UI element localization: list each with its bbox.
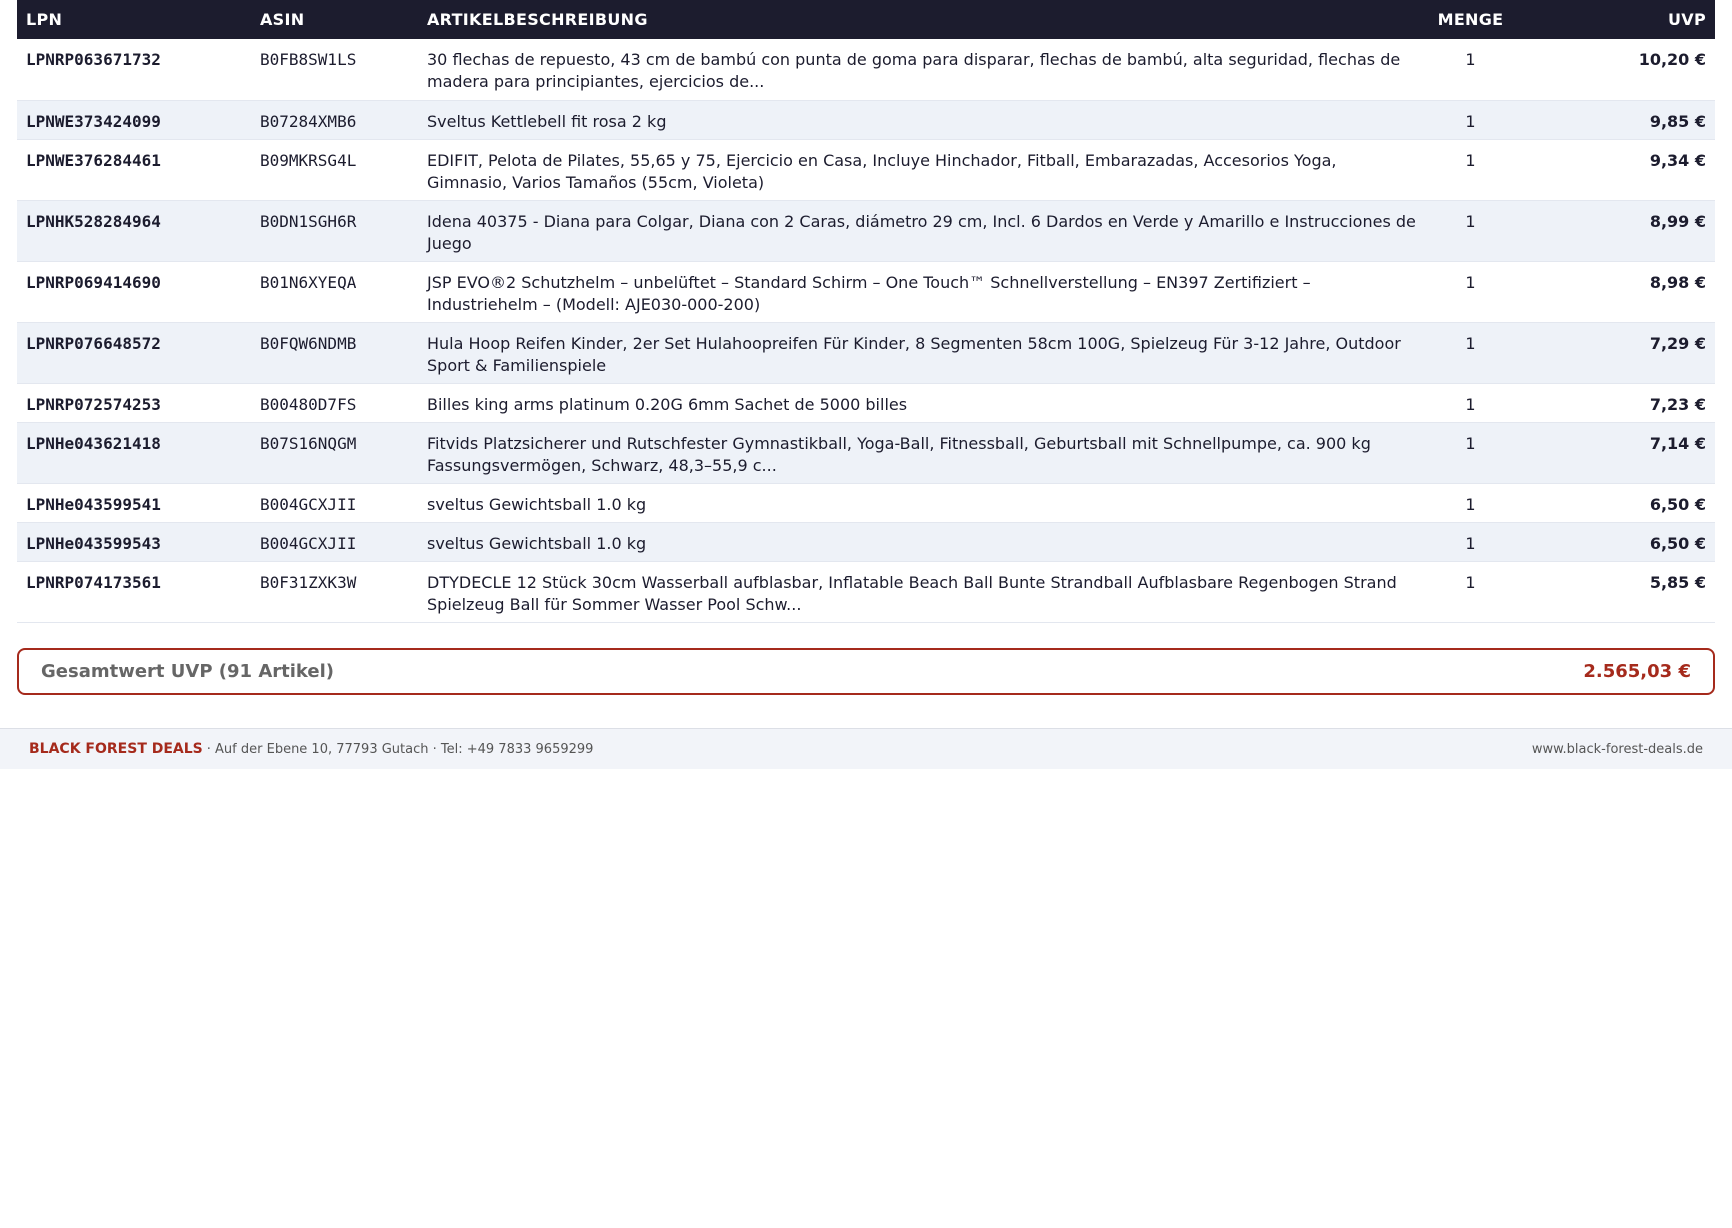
description-cell: sveltus Gewichtsball 1.0 kg	[427, 533, 647, 553]
lpn-cell: LPNWE373424099	[26, 111, 161, 131]
table-row: LPNWE373424099 B07284XMB6 Sveltus Kettle…	[17, 100, 1715, 139]
quantity-cell: 1	[1465, 50, 1476, 69]
lpn-cell: LPNHK528284964	[26, 211, 161, 231]
quantity-cell: 1	[1465, 150, 1476, 170]
table-row: LPNRP076648572 B0FQW6NDMB Hula Hoop Reif…	[17, 322, 1715, 383]
description-cell: 30 flechas de repuesto, 43 cm de bambú c…	[427, 50, 1401, 91]
page-footer: BLACK FOREST DEALS · Auf der Ebene 10, 7…	[0, 728, 1732, 769]
total-label: Gesamtwert UVP (91 Artikel)	[41, 661, 335, 682]
asin-cell: B07S16NQGM	[260, 433, 357, 453]
quantity-cell: 1	[1465, 533, 1476, 553]
description-cell: JSP EVO®2 Schutzhelm – unbelüftet – Stan…	[427, 272, 1311, 314]
description-cell: Fitvids Platzsicherer und Rutschfester G…	[427, 433, 1371, 475]
description-cell: Hula Hoop Reifen Kinder, 2er Set Hulahoo…	[427, 333, 1401, 375]
items-table: LPN ASIN ARTIKELBESCHREIBUNG MENGE UVP L…	[17, 0, 1715, 623]
uvp-cell: 9,85 €	[1649, 111, 1706, 131]
brand-name: BLACK FOREST DEALS	[29, 741, 203, 757]
asin-cell: B0FB8SW1LS	[260, 50, 357, 69]
table-row: LPNRP074173561 B0F31ZXK3W DTYDECLE 12 St…	[17, 561, 1715, 622]
table-body: LPNRP063671732 B0FB8SW1LS 30 flechas de …	[17, 39, 1715, 622]
uvp-cell: 7,29 €	[1649, 333, 1706, 353]
quantity-cell: 1	[1465, 394, 1476, 414]
asin-cell: B0FQW6NDMB	[260, 333, 357, 353]
lpn-cell: LPNWE376284461	[26, 150, 161, 170]
uvp-cell: 8,98 €	[1649, 272, 1706, 292]
quantity-cell: 1	[1465, 211, 1476, 231]
description-cell: Sveltus Kettlebell fit rosa 2 kg	[427, 111, 667, 131]
lpn-cell: LPNRP069414690	[26, 272, 161, 292]
column-header-uvp: UVP	[1667, 10, 1706, 29]
uvp-cell: 7,23 €	[1649, 394, 1706, 414]
quantity-cell: 1	[1465, 433, 1476, 453]
description-cell: EDIFIT, Pelota de Pilates, 55,65 y 75, E…	[427, 150, 1337, 192]
lpn-cell: LPNRP076648572	[26, 333, 161, 353]
table-row: LPNRP072574253 B00480D7FS Billes king ar…	[17, 383, 1715, 422]
uvp-cell: 9,34 €	[1649, 150, 1706, 170]
description-cell: Billes king arms platinum 0.20G 6mm Sach…	[427, 394, 908, 414]
uvp-cell: 7,14 €	[1649, 433, 1706, 453]
asin-cell: B01N6XYEQA	[260, 272, 357, 292]
lpn-cell: LPNRP063671732	[26, 50, 161, 69]
column-header-asin: ASIN	[260, 10, 305, 29]
table-row: LPNHe043599543 B004GCXJII sveltus Gewich…	[17, 522, 1715, 561]
page: LPN ASIN ARTIKELBESCHREIBUNG MENGE UVP L…	[0, 0, 1732, 1228]
column-header-lpn: LPN	[26, 10, 63, 29]
column-header-description: ARTIKELBESCHREIBUNG	[427, 10, 648, 29]
quantity-cell: 1	[1465, 111, 1476, 131]
lpn-cell: LPNRP072574253	[26, 394, 161, 414]
asin-cell: B09MKRSG4L	[260, 150, 357, 170]
asin-cell: B0DN1SGH6R	[260, 211, 357, 231]
quantity-cell: 1	[1465, 333, 1476, 353]
asin-cell: B004GCXJII	[260, 533, 357, 553]
uvp-cell: 10,20 €	[1638, 50, 1706, 69]
asin-cell: B0F31ZXK3W	[260, 572, 357, 592]
lpn-cell: LPNRP074173561	[26, 572, 161, 592]
table-row: LPNRP063671732 B0FB8SW1LS 30 flechas de …	[17, 39, 1715, 100]
table-row: LPNHe043621418 B07S16NQGM Fitvids Platzs…	[17, 422, 1715, 483]
description-cell: sveltus Gewichtsball 1.0 kg	[427, 494, 647, 514]
table-row: LPNRP069414690 B01N6XYEQA JSP EVO®2 Schu…	[17, 261, 1715, 322]
table-row: LPNWE376284461 B09MKRSG4L EDIFIT, Pelota…	[17, 139, 1715, 200]
total-value: 2.565,03 €	[1583, 661, 1691, 682]
uvp-cell: 5,85 €	[1649, 572, 1706, 592]
uvp-cell: 8,99 €	[1649, 211, 1706, 231]
footer-company-info: BLACK FOREST DEALS · Auf der Ebene 10, 7…	[29, 741, 593, 757]
table-header-row: LPN ASIN ARTIKELBESCHREIBUNG MENGE UVP	[17, 0, 1715, 39]
total-summary: Gesamtwert UVP (91 Artikel) 2.565,03 €	[17, 648, 1715, 695]
lpn-cell: LPNHe043599543	[26, 533, 161, 553]
website-url: www.black-forest-deals.de	[1531, 741, 1703, 757]
description-cell: DTYDECLE 12 Stück 30cm Wasserball aufbla…	[427, 572, 1397, 614]
lpn-cell: LPNHe043599541	[26, 494, 161, 514]
uvp-cell: 6,50 €	[1649, 533, 1706, 553]
table-header: LPN ASIN ARTIKELBESCHREIBUNG MENGE UVP	[17, 0, 1715, 39]
quantity-cell: 1	[1465, 572, 1476, 592]
asin-cell: B07284XMB6	[260, 111, 357, 131]
quantity-cell: 1	[1465, 494, 1476, 514]
asin-cell: B004GCXJII	[260, 494, 357, 514]
asin-cell: B00480D7FS	[260, 394, 357, 414]
description-cell: Idena 40375 - Diana para Colgar, Diana c…	[427, 211, 1416, 253]
table-row: LPNHK528284964 B0DN1SGH6R Idena 40375 - …	[17, 200, 1715, 261]
company-address: · Auf der Ebene 10, 77793 Gutach · Tel: …	[206, 741, 594, 757]
lpn-cell: LPNHe043621418	[26, 433, 161, 453]
quantity-cell: 1	[1465, 272, 1476, 292]
uvp-cell: 6,50 €	[1649, 494, 1706, 514]
table-row: LPNHe043599541 B004GCXJII sveltus Gewich…	[17, 483, 1715, 522]
column-header-quantity: MENGE	[1437, 10, 1504, 29]
